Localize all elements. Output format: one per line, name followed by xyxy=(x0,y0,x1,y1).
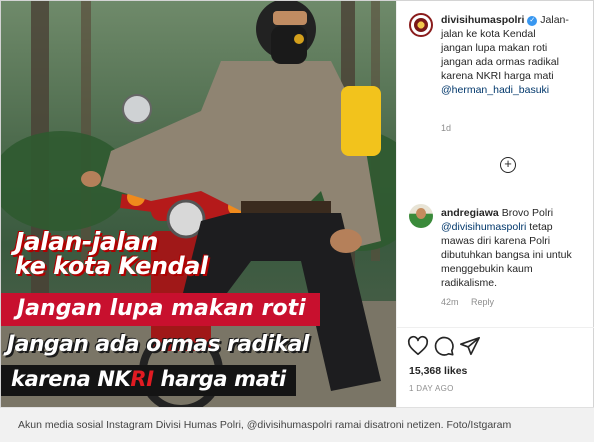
caption-mention-link[interactable]: @herman_hadi_basuki xyxy=(441,84,549,96)
share-icon[interactable] xyxy=(459,335,481,357)
comment-icon[interactable] xyxy=(433,335,455,357)
post-side-panel: divisihumaspolri ✓ Jalan-jalan ke kota K… xyxy=(396,1,594,407)
caption-line-3: karena NKRI harga mati xyxy=(441,70,554,82)
poster-avatar[interactable] xyxy=(409,13,433,37)
overlay-line-5-post: harga mati xyxy=(153,367,287,391)
heart-icon[interactable] xyxy=(407,335,429,357)
post-time: 1d xyxy=(441,123,452,133)
comment-time: 42m xyxy=(441,297,459,307)
overlay-line-1: Jalan-jalan xyxy=(15,227,158,256)
caption-line-1: jangan lupa makan roti xyxy=(441,42,548,54)
overlay-line-5-pre: karena NK xyxy=(11,367,131,391)
post-caption: divisihumaspolri ✓ Jalan-jalan ke kota K… xyxy=(441,13,587,97)
caption-line-2: jangan ada ormas radikal xyxy=(441,56,559,68)
overlay-line-5-red: RI xyxy=(130,367,154,391)
posted-ago: 1 DAY AGO xyxy=(409,384,454,393)
verified-badge-icon: ✓ xyxy=(527,16,538,26)
overlay-line-3: Jangan lupa makan roti xyxy=(1,293,320,326)
poster-username[interactable]: divisihumaspolri xyxy=(441,14,524,26)
load-more-comments-icon[interactable]: + xyxy=(500,157,516,173)
commenter-username[interactable]: andregiawa xyxy=(441,207,499,219)
commenter-avatar[interactable] xyxy=(409,204,433,228)
overlay-line-2: ke kota Kendal xyxy=(15,252,208,280)
comment-reply-button[interactable]: Reply xyxy=(471,297,494,307)
comment-text: andregiawa Brovo Polri @divisihumaspolri… xyxy=(441,206,587,290)
comment-meta: 42m Reply xyxy=(441,297,504,307)
overlay-line-4: Jangan ada ormas radikal xyxy=(7,332,309,357)
comment-mention-link[interactable]: @divisihumaspolri xyxy=(441,221,526,233)
comment-text-first: Brovo Polri xyxy=(501,207,554,219)
likes-count[interactable]: 15,368 likes xyxy=(409,365,467,377)
post-photo: Jalan-jalan ke kota Kendal Jangan lupa m… xyxy=(1,1,396,407)
article-photo-caption: Akun media sosial Instagram Divisi Humas… xyxy=(0,407,594,442)
overlay-line-5: karena NKRI harga mati xyxy=(1,365,296,396)
actions-divider xyxy=(397,327,594,328)
